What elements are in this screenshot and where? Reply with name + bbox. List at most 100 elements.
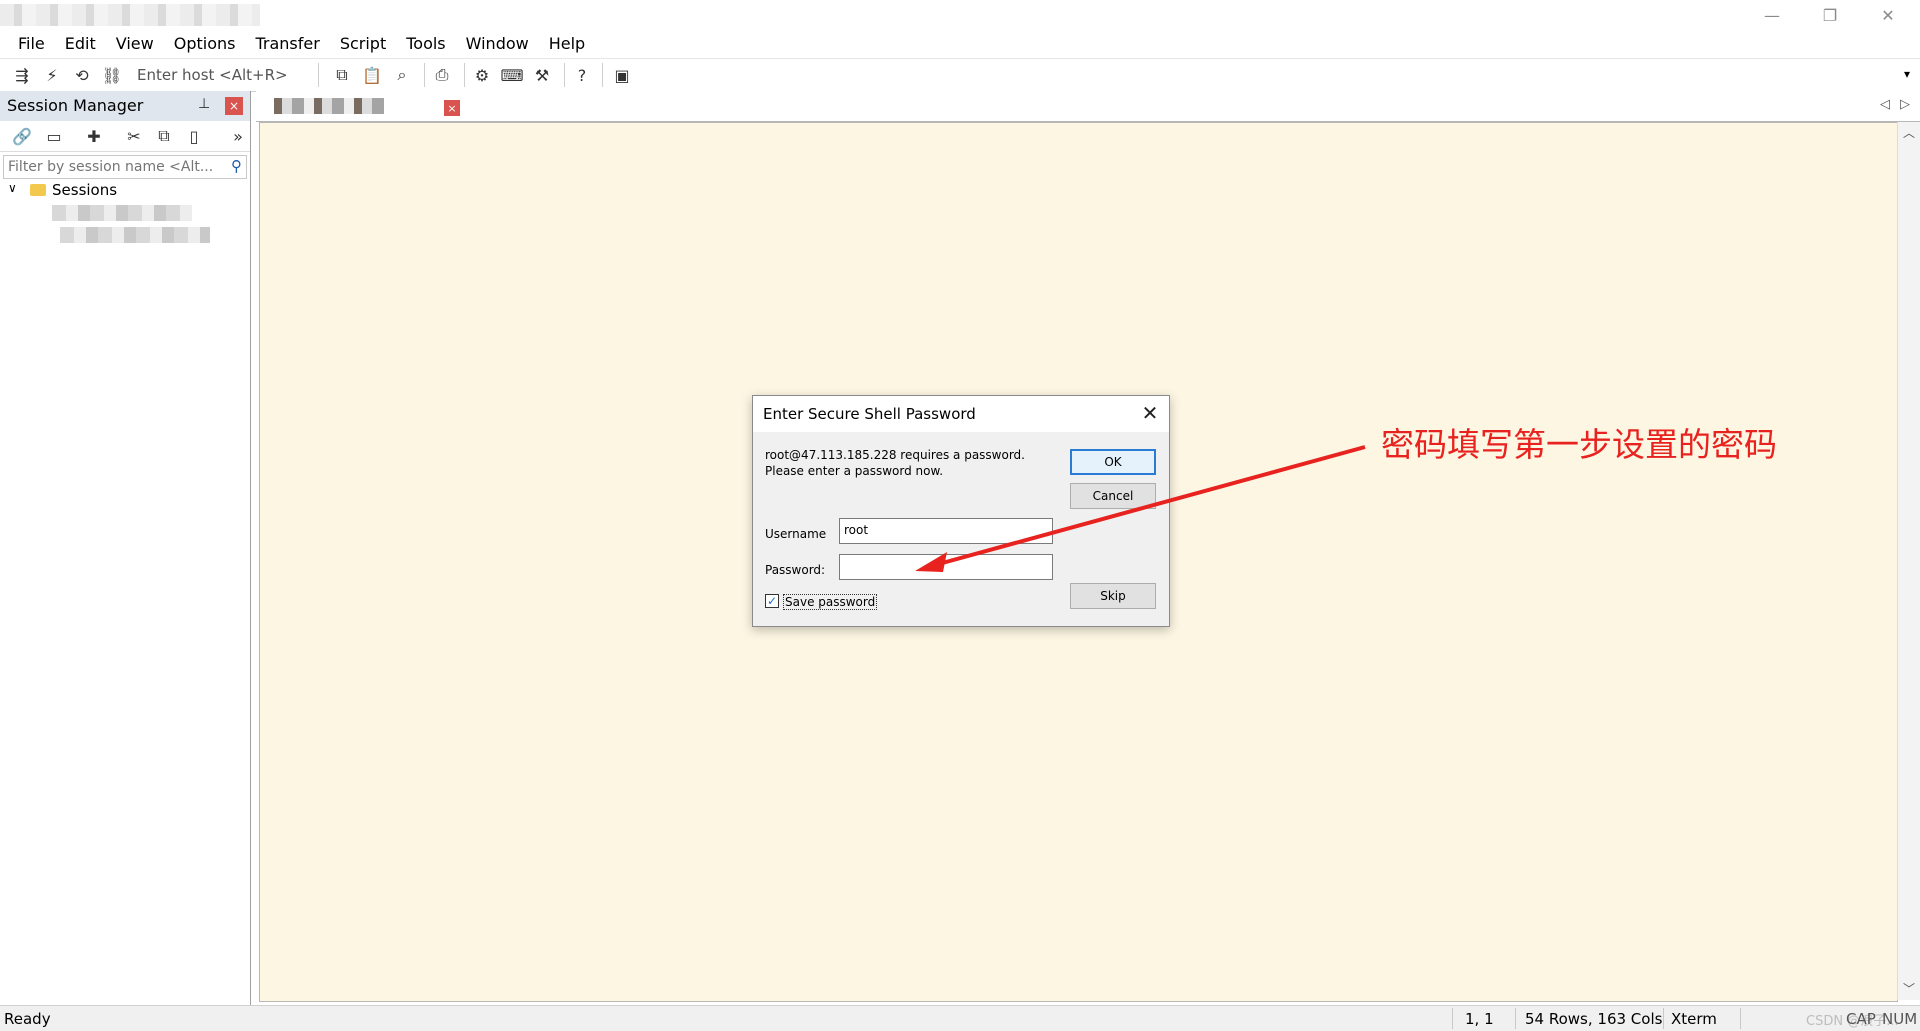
enter-host-field[interactable]: Enter host <Alt+R> (137, 64, 288, 86)
check-icon: ✓ (766, 594, 778, 608)
dialog-message-line2: Please enter a password now. (765, 464, 944, 478)
close-icon: ✕ (1881, 5, 1895, 25)
save-password-label[interactable]: Save password (783, 594, 878, 610)
quick-connect-icon[interactable]: ⚡ (40, 63, 64, 87)
password-label: Password: (765, 563, 826, 577)
tab-bar: × ◁ ▷ (256, 91, 1920, 122)
status-terminal-type: Xterm (1671, 1010, 1717, 1028)
pin-icon[interactable]: ⊥ (198, 96, 210, 112)
new-tab-icon[interactable]: ▭ (42, 124, 66, 148)
menu-tools[interactable]: Tools (396, 30, 455, 58)
close-icon: × (447, 101, 457, 115)
tab-next-icon[interactable]: ▷ (1900, 97, 1910, 112)
menu-script[interactable]: Script (330, 30, 396, 58)
status-separator (1740, 1008, 1741, 1029)
window-title-redacted (0, 4, 260, 26)
dialog-title-bar: Enter Secure Shell Password ✕ (753, 396, 1169, 432)
expand-icon[interactable]: ∨ (8, 181, 17, 195)
status-num: NUM (1882, 1010, 1918, 1028)
dialog-close-button[interactable]: ✕ (1138, 401, 1162, 425)
toolbar-separator (564, 63, 565, 87)
ok-button[interactable]: OK (1070, 449, 1156, 475)
menu-transfer[interactable]: Transfer (245, 30, 329, 58)
minimize-button[interactable]: — (1743, 0, 1801, 30)
session-manager-panel: Session Manager ⊥ × 🔗 ▭ ✚ ✂ ⧉ ▯ » ⚲ ∨ Se… (0, 91, 251, 1005)
tab-close-button[interactable]: × (444, 100, 460, 116)
help-icon[interactable]: ? (570, 63, 594, 87)
settings-icon[interactable]: ⚙ (470, 63, 494, 87)
restore-icon: ❐ (1822, 5, 1838, 25)
paste-icon[interactable]: ▯ (182, 124, 206, 148)
scroll-up-icon[interactable]: ︿ (1903, 124, 1915, 141)
session-filter[interactable]: ⚲ (3, 155, 247, 179)
keymap-icon[interactable]: ⌨ (500, 63, 524, 87)
username-field[interactable]: root (839, 518, 1053, 544)
tab-title-redacted (274, 98, 384, 114)
skip-button[interactable]: Skip (1070, 583, 1156, 609)
session-manager-close-button[interactable]: × (225, 97, 243, 115)
search-icon[interactable]: ⚲ (231, 157, 242, 175)
session-manager-title: Session Manager (7, 96, 144, 115)
status-position: 1, 1 (1465, 1010, 1494, 1028)
session-item-redacted[interactable] (60, 227, 210, 243)
sftp-icon[interactable]: ⚒ (530, 63, 554, 87)
add-session-icon[interactable]: ✚ (82, 124, 106, 148)
toolbar-separator (424, 63, 425, 87)
reconnect-icon[interactable]: ⟲ (70, 63, 94, 87)
menu-options[interactable]: Options (164, 30, 246, 58)
close-icon: ✕ (1141, 401, 1159, 425)
password-field[interactable] (839, 554, 1053, 580)
terminal-scrollbar[interactable]: ︿ ﹀ (1897, 122, 1920, 1000)
copy-icon[interactable]: ⧉ (152, 124, 176, 148)
close-window-button[interactable]: ✕ (1859, 0, 1917, 30)
menu-bar: File Edit View Options Transfer Script T… (0, 30, 1920, 58)
status-separator (1515, 1008, 1516, 1029)
restore-button[interactable]: ❐ (1801, 0, 1859, 30)
status-separator (1663, 1008, 1664, 1029)
toolbar-separator (464, 63, 465, 87)
dialog-title: Enter Secure Shell Password (763, 405, 976, 423)
cancel-button[interactable]: Cancel (1070, 483, 1156, 509)
annotation-text: 密码填写第一步设置的密码 (1381, 425, 1777, 464)
cut-icon[interactable]: ✂ (122, 124, 146, 148)
status-separator (1452, 1008, 1453, 1029)
status-ready: Ready (4, 1010, 51, 1028)
find-icon[interactable]: ⌕ (390, 63, 414, 87)
copy-icon[interactable]: ⧉ (330, 63, 354, 87)
minimize-icon: — (1764, 5, 1780, 25)
tree-root-sessions[interactable]: ∨ Sessions (0, 181, 250, 201)
scroll-down-icon[interactable]: ﹀ (1903, 980, 1915, 997)
toolbar-separator (318, 63, 319, 87)
link-icon[interactable]: 🔗 (10, 124, 34, 148)
session-manager-header: Session Manager ⊥ × (0, 91, 250, 121)
session-manager-toolbar: 🔗 ▭ ✚ ✂ ⧉ ▯ » (0, 121, 250, 152)
username-label: Username (765, 527, 827, 541)
menu-view[interactable]: View (106, 30, 164, 58)
status-size: 54 Rows, 163 Cols (1525, 1010, 1663, 1028)
status-bar: Ready 1, 1 54 Rows, 163 Cols Xterm CSDN … (0, 1005, 1920, 1031)
ssh-password-dialog: Enter Secure Shell Password ✕ root@47.11… (752, 395, 1170, 627)
tab-prev-icon[interactable]: ◁ (1880, 97, 1890, 112)
dialog-message-line1: root@47.113.185.228 requires a password. (765, 448, 1025, 462)
save-password-checkbox[interactable]: ✓ (765, 594, 779, 608)
session-item-redacted[interactable] (52, 205, 192, 221)
more-icon[interactable]: » (226, 124, 250, 148)
menu-file[interactable]: File (0, 30, 55, 58)
session-tab[interactable]: × (264, 93, 460, 119)
connect-icon[interactable]: ⇶ (10, 63, 34, 87)
print-icon[interactable]: ⎙ (430, 63, 454, 87)
toolbar-dropdown-icon[interactable]: ▾ (1904, 67, 1910, 81)
menu-edit[interactable]: Edit (55, 30, 106, 58)
tree-root-label: Sessions (52, 181, 118, 199)
toolbar-separator (602, 63, 603, 87)
close-icon: × (228, 99, 240, 113)
paste-icon[interactable]: 📋 (360, 63, 384, 87)
folder-icon (30, 184, 46, 196)
session-filter-input[interactable] (4, 157, 222, 177)
status-caps: CAP (1846, 1010, 1876, 1028)
toolbar: ⇶ ⚡ ⟲ ⛓ Enter host <Alt+R> ⧉ 📋 ⌕ ⎙ ⚙ ⌨ ⚒… (0, 58, 1920, 92)
screen-icon[interactable]: ▣ (610, 63, 634, 87)
disconnect-icon[interactable]: ⛓ (100, 63, 124, 87)
menu-window[interactable]: Window (456, 30, 539, 58)
menu-help[interactable]: Help (539, 30, 595, 58)
